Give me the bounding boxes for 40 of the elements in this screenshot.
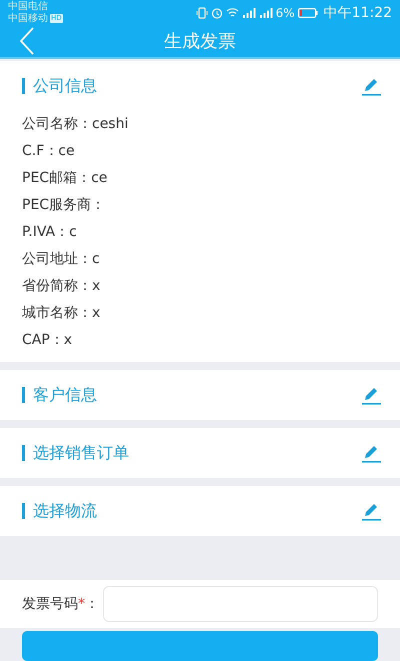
pencil-icon: [362, 386, 382, 404]
battery-icon: [298, 8, 318, 18]
vibrate-icon: [196, 6, 208, 19]
info-text: 公司名称：ceshi: [22, 115, 130, 134]
carrier-name: 中国移动: [8, 12, 48, 25]
field-label: 发票号码*：: [22, 595, 99, 613]
info-text: PEC邮箱：ce: [22, 169, 108, 188]
edit-button[interactable]: [362, 502, 382, 520]
section-title: 客户信息: [33, 384, 98, 406]
battery-percent: 6%: [276, 6, 295, 20]
info-text: CAP：x: [22, 331, 74, 350]
section-title: 公司信息: [33, 76, 98, 96]
edit-button[interactable]: [362, 386, 382, 404]
signal-icon: [242, 7, 256, 18]
accent-bar: [22, 503, 25, 519]
info-text: P.IVA：c: [22, 223, 78, 242]
pencil-icon: [362, 76, 382, 96]
page-title: 生成发票: [163, 30, 237, 54]
info-text: 城市名称：x: [22, 304, 102, 323]
signal-icon: [258, 7, 273, 18]
back-icon: [20, 27, 34, 56]
alarm-icon: [210, 6, 223, 19]
section-title: 选择销售订单: [33, 442, 130, 464]
accent-bar: [22, 445, 25, 461]
info-text: 省份简称：x: [22, 277, 102, 296]
info-text: C.F：ce: [22, 142, 76, 161]
pencil-icon: [362, 502, 382, 520]
carrier-name: 中国电信: [8, 0, 48, 12]
accent-bar: [22, 78, 25, 94]
pencil-icon: [362, 444, 382, 462]
back-button[interactable]: [20, 27, 34, 56]
edit-button[interactable]: [362, 444, 382, 462]
status-time: 中午11:22: [324, 4, 392, 22]
input-field[interactable]: [103, 586, 378, 622]
section-title: 选择物流: [33, 500, 98, 522]
info-text: PEC服务商：: [22, 196, 106, 215]
wifi-icon: [226, 7, 239, 18]
info-text: 公司地址：c: [22, 250, 101, 269]
edit-button[interactable]: [362, 76, 382, 96]
accent-bar: [22, 387, 25, 403]
